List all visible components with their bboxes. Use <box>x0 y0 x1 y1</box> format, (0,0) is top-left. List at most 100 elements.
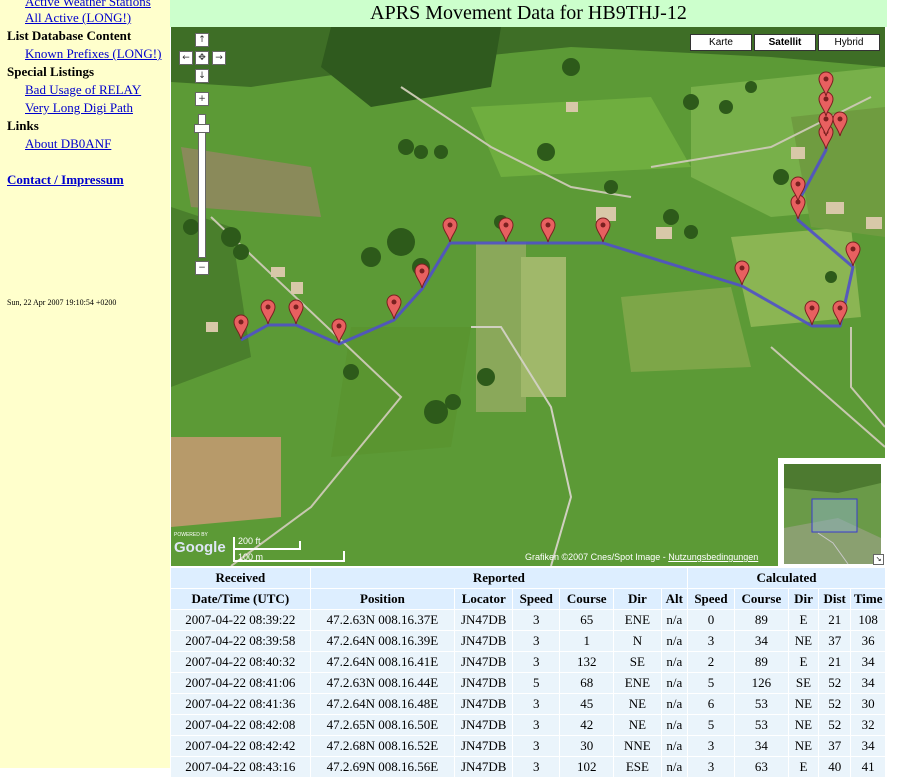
map-type-hybrid[interactable]: Hybrid <box>818 34 880 51</box>
column-header: Date/Time (UTC) <box>171 589 310 609</box>
google-logo: Google <box>174 539 226 556</box>
table-cell: 47.2.64N 008.16.48E <box>310 694 455 714</box>
pan-down-button[interactable]: ↓ <box>195 69 209 83</box>
table-cell: 2 <box>687 652 734 672</box>
table-cell: 34 <box>734 736 788 756</box>
map-type-karte[interactable]: Karte <box>690 34 752 51</box>
position-marker-icon[interactable] <box>734 260 750 286</box>
link-bad-usage-relay[interactable]: Bad Usage of RELAY <box>25 82 141 98</box>
zoom-out-button[interactable]: − <box>195 261 209 275</box>
table-cell: 21 <box>819 610 851 630</box>
table-cell: JN47DB <box>455 715 513 735</box>
table-cell: JN47DB <box>455 673 513 693</box>
section-title-list-database: List Database Content <box>7 28 132 43</box>
table-cell: 34 <box>851 736 885 756</box>
table-cell: 3 <box>513 610 560 630</box>
zoom-slider-handle[interactable] <box>194 124 210 133</box>
position-marker-icon[interactable] <box>260 299 276 325</box>
table-cell: n/a <box>661 610 687 630</box>
section-title-links: Links <box>7 118 39 133</box>
overview-map[interactable]: ↘ <box>778 458 885 566</box>
table-cell: JN47DB <box>455 631 513 651</box>
link-active-weather-stations[interactable]: Active Weather Stations <box>25 0 151 10</box>
table-cell: 89 <box>734 610 788 630</box>
table-cell: 5 <box>687 673 734 693</box>
position-marker-icon[interactable] <box>845 241 861 267</box>
column-header: Speed <box>513 589 560 609</box>
table-cell: 47.2.63N 008.16.44E <box>310 673 455 693</box>
zoom-in-button[interactable]: + <box>195 92 209 106</box>
table-cell: 52 <box>819 694 851 714</box>
table-cell: 3 <box>687 631 734 651</box>
table-cell: 102 <box>560 757 614 777</box>
table-cell: JN47DB <box>455 757 513 777</box>
position-marker-icon[interactable] <box>442 217 458 243</box>
position-marker-icon[interactable] <box>386 294 402 320</box>
table-cell: 41 <box>851 757 885 777</box>
link-about-db0anf[interactable]: About DB0ANF <box>25 136 111 152</box>
table-cell: 2007-04-22 08:39:22 <box>171 610 310 630</box>
pan-left-button[interactable]: ← <box>179 51 193 65</box>
table-cell: ENE <box>614 610 661 630</box>
satellite-map[interactable]: Karte Satellit Hybrid ↑ ← ✥ → ↓ + − POWE… <box>171 27 885 566</box>
group-header-reported: Reported <box>310 568 687 588</box>
position-marker-icon[interactable] <box>498 217 514 243</box>
table-cell: 2007-04-22 08:41:06 <box>171 673 310 693</box>
link-contact-impressum[interactable]: Contact / Impressum <box>7 172 124 188</box>
pan-up-button[interactable]: ↑ <box>195 33 209 47</box>
table-cell: 2007-04-22 08:42:08 <box>171 715 310 735</box>
table-cell: 3 <box>513 736 560 756</box>
table-row: 2007-04-22 08:39:22 47.2.63N 008.16.37E JN… <box>171 610 885 630</box>
scale-meters-label: 100 m <box>238 552 264 562</box>
column-header: Dist <box>819 589 851 609</box>
column-header-row: Date/Time (UTC) Position Locator Speed Cours… <box>171 589 885 609</box>
table-row: 2007-04-22 08:42:42 47.2.68N 008.16.52E JN… <box>171 736 885 756</box>
table-cell: n/a <box>661 631 687 651</box>
position-marker-icon[interactable] <box>331 318 347 344</box>
table-cell: 47.2.63N 008.16.37E <box>310 610 455 630</box>
table-cell: 47.2.65N 008.16.50E <box>310 715 455 735</box>
table-cell: 53 <box>734 715 788 735</box>
link-known-prefixes[interactable]: Known Prefixes (LONG!) <box>25 46 161 62</box>
table-cell: 0 <box>687 610 734 630</box>
powered-by-label: POWERED BY <box>174 532 208 538</box>
table-cell: 3 <box>687 736 734 756</box>
table-cell: ENE <box>614 673 661 693</box>
table-cell: 34 <box>734 631 788 651</box>
link-all-active[interactable]: All Active (LONG!) <box>25 10 131 26</box>
position-marker-icon[interactable] <box>804 300 820 326</box>
table-cell: 3 <box>687 757 734 777</box>
position-marker-icon[interactable] <box>832 300 848 326</box>
position-marker-icon[interactable] <box>414 263 430 289</box>
table-cell: 126 <box>734 673 788 693</box>
table-cell: N <box>614 631 661 651</box>
table-cell: 34 <box>851 652 885 672</box>
position-marker-icon[interactable] <box>790 176 806 202</box>
position-marker-icon[interactable] <box>233 314 249 340</box>
link-long-digi-path[interactable]: Very Long Digi Path <box>25 100 133 116</box>
table-cell: NE <box>614 715 661 735</box>
table-cell: n/a <box>661 757 687 777</box>
table-cell: 45 <box>560 694 614 714</box>
map-type-satellit[interactable]: Satellit <box>754 34 816 51</box>
group-header-received: Received <box>171 568 310 588</box>
table-cell: 89 <box>734 652 788 672</box>
pan-right-button[interactable]: → <box>212 51 226 65</box>
table-row: 2007-04-22 08:41:06 47.2.63N 008.16.44E JN… <box>171 673 885 693</box>
position-marker-icon[interactable] <box>540 217 556 243</box>
table-cell: 47.2.68N 008.16.52E <box>310 736 455 756</box>
section-title-special-listings: Special Listings <box>7 64 95 79</box>
overview-toggle-button[interactable]: ↘ <box>873 554 884 565</box>
zoom-slider-track[interactable] <box>198 114 206 258</box>
table-cell: 52 <box>819 673 851 693</box>
position-marker-icon[interactable] <box>595 217 611 243</box>
position-marker-icon[interactable] <box>832 111 848 137</box>
table-cell: E <box>788 652 819 672</box>
position-marker-icon[interactable] <box>818 71 834 97</box>
terms-link[interactable]: Nutzungsbedingungen <box>668 552 758 562</box>
table-cell: n/a <box>661 715 687 735</box>
position-marker-icon[interactable] <box>288 299 304 325</box>
table-cell: 3 <box>513 715 560 735</box>
table-cell: 52 <box>819 715 851 735</box>
pan-center-button[interactable]: ✥ <box>195 51 209 65</box>
